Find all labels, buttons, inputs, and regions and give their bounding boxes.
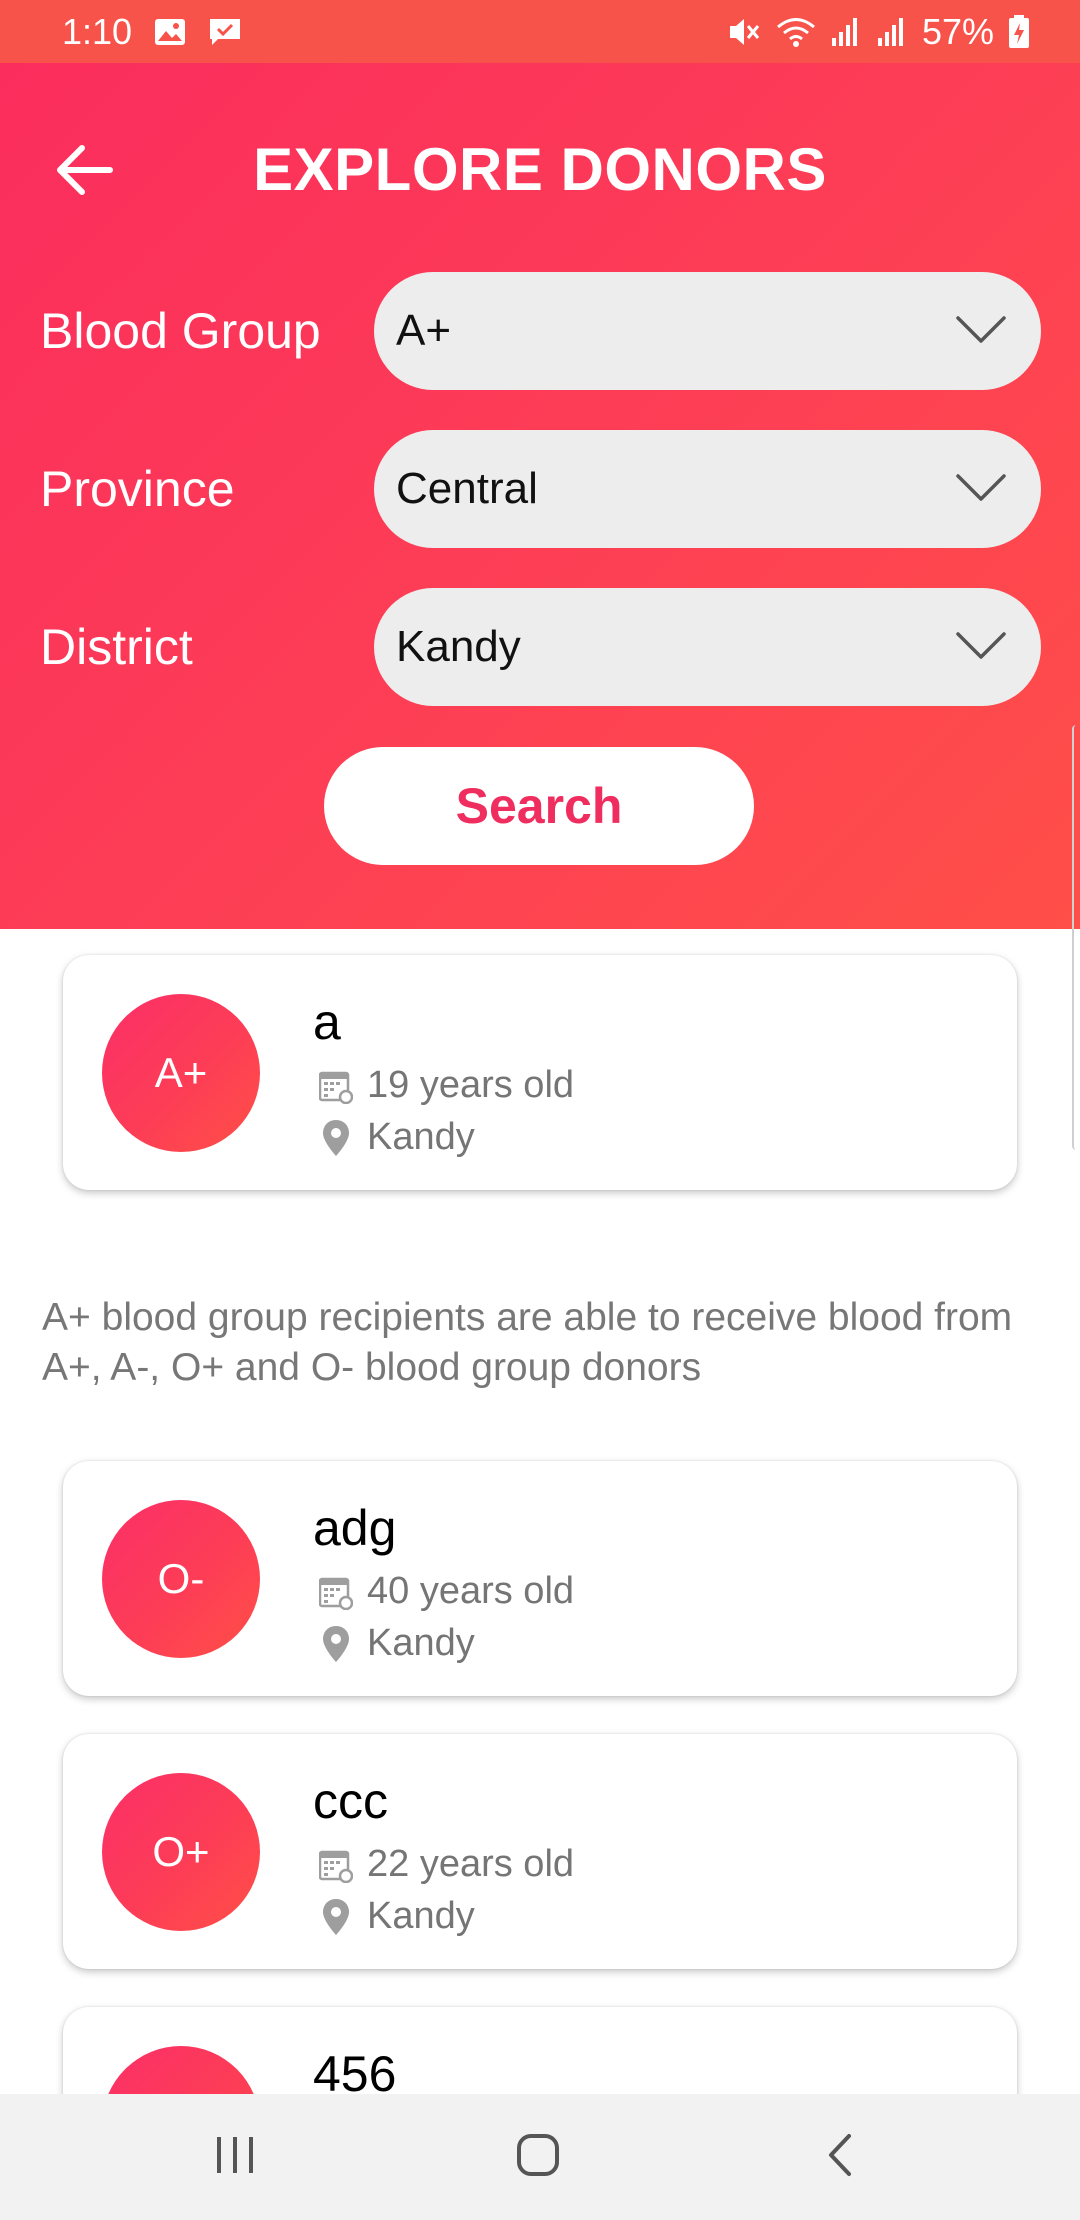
blood-group-select[interactable]: A+	[374, 272, 1041, 390]
nav-back-button[interactable]	[770, 2094, 910, 2220]
donor-age: 19 years old	[367, 1064, 575, 1106]
province-select[interactable]: Central	[374, 430, 1041, 548]
donor-card[interactable]: A+ a 19 years old Kandy	[63, 955, 1017, 1190]
donor-age-row: 19 years old	[319, 1064, 574, 1107]
image-icon	[154, 18, 186, 46]
page-title: EXPLORE DONORS	[253, 136, 827, 203]
blood-group-badge	[102, 2046, 260, 2094]
donor-name: a	[313, 994, 341, 1050]
blood-group-filter: Blood Group A+	[0, 272, 1080, 390]
navigation-bar	[0, 2094, 1080, 2220]
donor-age: 40 years old	[367, 1570, 575, 1612]
message-icon	[208, 17, 242, 47]
status-time: 1:10	[62, 10, 133, 52]
wifi-icon	[776, 16, 816, 48]
district-label: District	[40, 619, 193, 675]
donor-name: 456	[313, 2046, 397, 2094]
donor-name: ccc	[313, 1773, 388, 1829]
calendar-icon	[319, 1066, 353, 1106]
donor-location: Kandy	[367, 1622, 475, 1664]
donor-card[interactable]: O- adg 40 years old Kandy	[63, 1461, 1017, 1696]
district-value: Kandy	[396, 622, 521, 671]
donor-age-row: 22 years old	[319, 1843, 574, 1886]
mute-icon	[726, 16, 762, 48]
blood-group-badge: O-	[102, 1500, 260, 1658]
blood-group-badge: O+	[102, 1773, 260, 1931]
recent-apps-button[interactable]	[165, 2094, 305, 2220]
donor-location-row: Kandy	[319, 1116, 475, 1159]
battery-icon	[1008, 14, 1030, 49]
home-button[interactable]	[468, 2094, 608, 2220]
donor-age-row: 40 years old	[319, 1570, 574, 1613]
donor-location: Kandy	[367, 1895, 475, 1937]
status-bar: 1:10 57%	[0, 0, 1080, 63]
district-filter: District Kandy	[0, 588, 1080, 706]
recent-apps-icon	[213, 2135, 257, 2180]
province-label: Province	[40, 461, 235, 517]
calendar-icon	[319, 1845, 353, 1885]
donor-name: adg	[313, 1500, 397, 1556]
home-icon	[516, 2133, 560, 2182]
blood-group-label: Blood Group	[40, 303, 321, 359]
compatibility-info: A+ blood group recipients are able to re…	[42, 1296, 1013, 1389]
donor-age: 22 years old	[367, 1843, 575, 1885]
province-filter: Province Central	[0, 430, 1080, 548]
donor-card[interactable]: O+ ccc 22 years old Kandy	[63, 1734, 1017, 1969]
donor-card[interactable]: 456	[63, 2007, 1017, 2094]
location-pin-icon	[319, 1118, 353, 1158]
signal-icon	[830, 16, 862, 48]
chevron-down-icon	[955, 464, 1007, 514]
back-icon	[825, 2132, 855, 2183]
province-value: Central	[396, 464, 538, 513]
calendar-icon	[319, 1572, 353, 1612]
donor-location-row: Kandy	[319, 1895, 475, 1938]
signal-icon	[876, 16, 908, 48]
donor-location-row: Kandy	[319, 1622, 475, 1665]
search-button[interactable]: Search	[324, 747, 754, 865]
location-pin-icon	[319, 1624, 353, 1664]
district-select[interactable]: Kandy	[374, 588, 1041, 706]
chevron-down-icon	[955, 622, 1007, 672]
battery-percent: 57%	[921, 10, 994, 52]
header: EXPLORE DONORS Blood Group A+ Province C…	[0, 63, 1080, 929]
chevron-down-icon	[955, 306, 1007, 356]
blood-group-value: A+	[396, 306, 452, 355]
location-pin-icon	[319, 1897, 353, 1937]
donor-location: Kandy	[367, 1116, 475, 1158]
donor-list[interactable]: A+ a 19 years old Kandy A+ blood group r…	[0, 929, 1080, 2094]
blood-group-badge: A+	[102, 994, 260, 1152]
